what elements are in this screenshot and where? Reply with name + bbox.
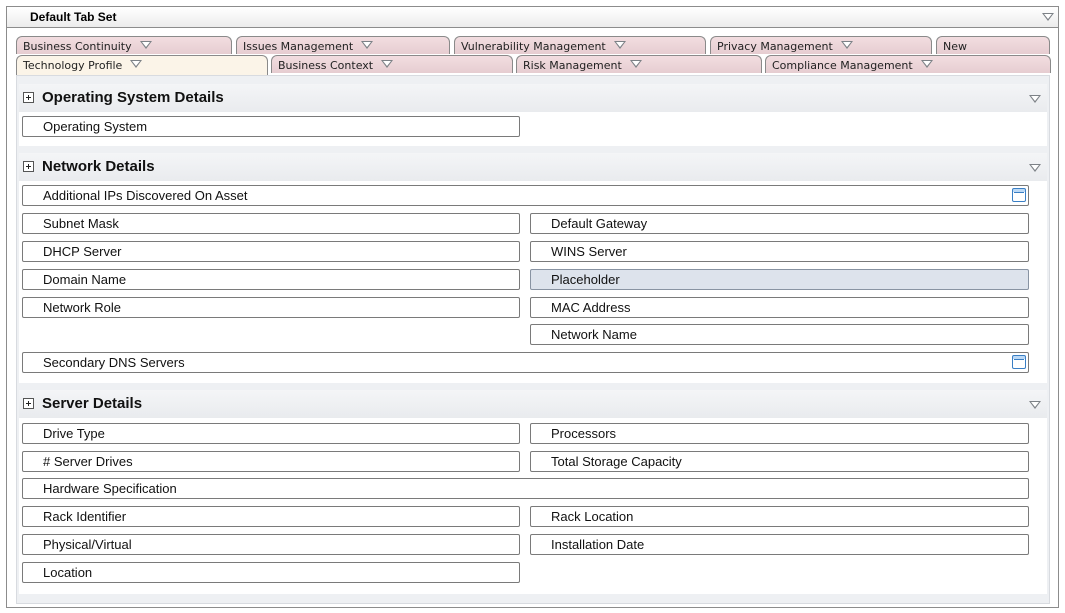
tab-label: Business Continuity [23,40,132,53]
tab-label: Privacy Management [717,40,833,53]
chevron-down-icon[interactable] [840,41,853,49]
calendar-icon[interactable] [1012,188,1026,202]
tab-new[interactable]: New [936,36,1050,54]
section-header-os[interactable]: Operating System Details [19,84,1047,112]
chevron-down-icon[interactable] [613,41,626,49]
chevron-down-icon[interactable] [1029,164,1041,172]
physical-virtual-field[interactable]: Physical/Virtual [22,534,520,555]
chevron-down-icon[interactable] [139,41,152,49]
tab-risk-management[interactable]: Risk Management [516,55,762,73]
secondary-dns-field[interactable]: Secondary DNS Servers [22,352,1029,373]
tab-label: Issues Management [243,40,354,53]
tab-set-title: Default Tab Set [30,10,117,24]
plus-box-icon[interactable] [23,92,34,103]
wins-server-field[interactable]: WINS Server [530,241,1029,262]
tab-business-context[interactable]: Business Context [271,55,513,73]
mac-address-field[interactable]: MAC Address [530,297,1029,318]
tab-business-continuity[interactable]: Business Continuity [16,36,232,54]
section-header-network[interactable]: Network Details [19,153,1047,181]
chevron-down-icon[interactable] [361,41,374,49]
tab-compliance-management[interactable]: Compliance Management [765,55,1051,73]
plus-box-icon[interactable] [23,161,34,172]
operating-system-field[interactable]: Operating System [22,116,520,137]
subnet-mask-field[interactable]: Subnet Mask [22,213,520,234]
domain-name-field[interactable]: Domain Name [22,269,520,290]
section-body-network: Additional IPs Discovered On Asset Subne… [19,181,1047,383]
chevron-down-icon[interactable] [920,60,933,68]
additional-ips-field[interactable]: Additional IPs Discovered On Asset [22,185,1029,206]
tab-label: Technology Profile [23,59,123,72]
tab-privacy-management[interactable]: Privacy Management [710,36,932,54]
field-label: Secondary DNS Servers [43,355,185,370]
chevron-down-icon[interactable] [381,60,394,68]
rack-location-field[interactable]: Rack Location [530,506,1029,527]
plus-box-icon[interactable] [23,398,34,409]
section-header-server[interactable]: Server Details [19,390,1047,418]
tab-label: Compliance Management [772,59,913,72]
server-drives-field[interactable]: # Server Drives [22,451,520,472]
rack-identifier-field[interactable]: Rack Identifier [22,506,520,527]
chevron-down-icon[interactable] [1029,95,1041,103]
tab-set-header: Default Tab Set [7,7,1058,28]
dhcp-server-field[interactable]: DHCP Server [22,241,520,262]
tab-issues-management[interactable]: Issues Management [236,36,450,54]
section-title: Network Details [42,158,155,175]
drive-type-field[interactable]: Drive Type [22,423,520,444]
section-title: Server Details [42,395,143,412]
processors-field[interactable]: Processors [530,423,1029,444]
tab-label: Vulnerability Management [461,40,606,53]
field-label: Additional IPs Discovered On Asset [43,188,248,203]
installation-date-field[interactable]: Installation Date [530,534,1029,555]
calendar-icon[interactable] [1012,355,1026,369]
section-body-server: Drive Type Processors # Server Drives To… [19,418,1047,594]
tab-label: Business Context [278,59,374,72]
network-role-field[interactable]: Network Role [22,297,520,318]
tab-set-menu-icon[interactable] [1042,13,1054,21]
tab-technology-profile[interactable]: Technology Profile [16,55,268,75]
network-name-field[interactable]: Network Name [530,324,1029,345]
tab-label: Risk Management [523,59,622,72]
hardware-spec-field[interactable]: Hardware Specification [22,478,1029,499]
chevron-down-icon[interactable] [629,60,642,68]
tab-content-panel: Operating System Details Operating Syste… [16,75,1050,604]
tab-label: New [943,40,967,53]
tab-vulnerability-management[interactable]: Vulnerability Management [454,36,706,54]
tab-set-frame: Default Tab Set Business Continuity Issu… [6,6,1059,608]
chevron-down-icon[interactable] [1029,401,1041,409]
default-gateway-field[interactable]: Default Gateway [530,213,1029,234]
location-field[interactable]: Location [22,562,520,583]
total-storage-field[interactable]: Total Storage Capacity [530,451,1029,472]
placeholder-field[interactable]: Placeholder [530,269,1029,290]
chevron-down-icon[interactable] [130,60,143,68]
section-body-os: Operating System [19,112,1047,146]
section-title: Operating System Details [42,89,224,106]
